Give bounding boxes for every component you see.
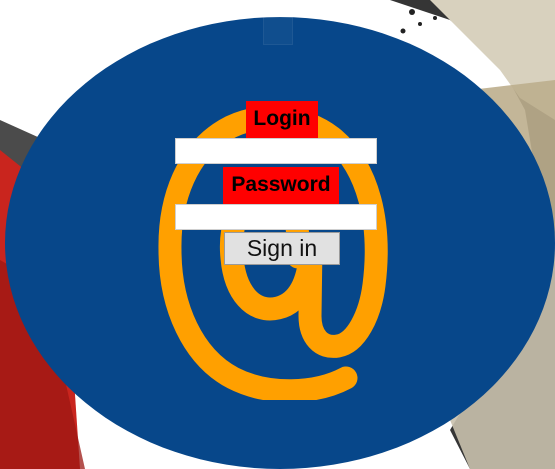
login-input[interactable] (175, 138, 377, 164)
password-input[interactable] (175, 204, 377, 230)
login-label: Login (246, 101, 318, 138)
sign-in-button[interactable]: Sign in (224, 232, 340, 265)
login-form: Login Password Sign in (175, 0, 377, 469)
password-label: Password (223, 167, 339, 204)
